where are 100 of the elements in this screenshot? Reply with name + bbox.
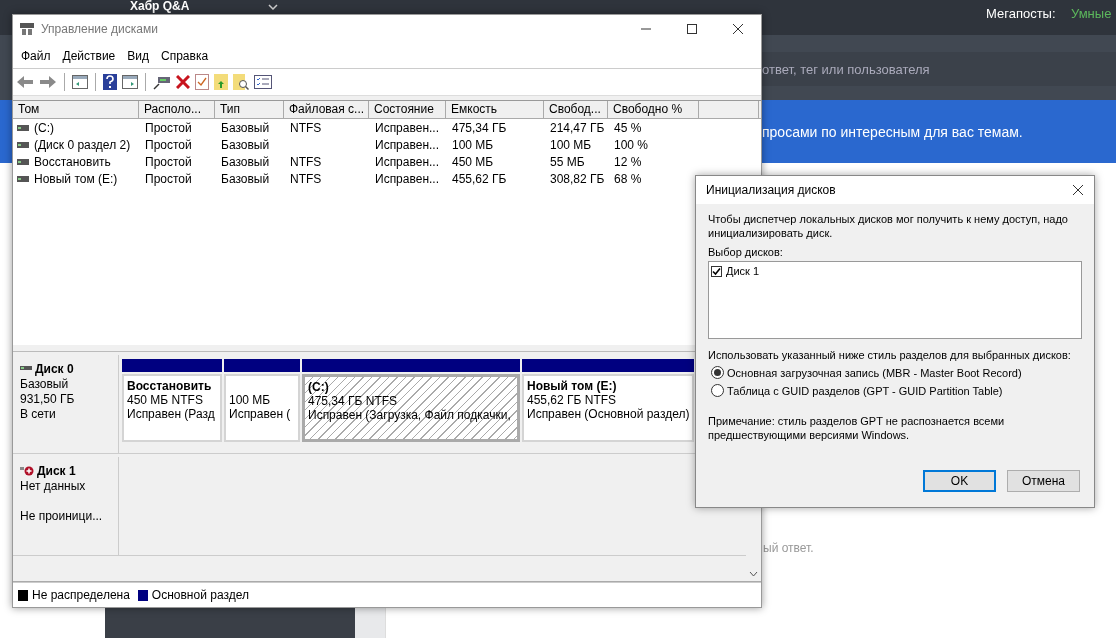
- table-cell: 68 %: [614, 171, 642, 186]
- dialog-note: Примечание: стиль разделов GPT не распознается всеми предшествующими версиями Windows.: [708, 414, 1006, 442]
- delete-icon[interactable]: [176, 75, 190, 89]
- banner-text: просами по интересным для вас темам.: [762, 124, 1023, 140]
- table-cell: 450 МБ: [452, 154, 494, 169]
- partition-block[interactable]: 100 МБ Исправен (: [224, 374, 300, 442]
- column-header[interactable]: Состояние: [369, 101, 446, 118]
- partition-block[interactable]: (C:) 475,34 ГБ NTFS Исправен (Загрузка, Файл подкачки,: [302, 374, 520, 442]
- table-cell: (C:): [34, 120, 54, 135]
- legend-label: Основной раздел: [151, 588, 249, 602]
- close-icon[interactable]: [1072, 184, 1084, 196]
- table-cell: 45 %: [614, 120, 642, 135]
- partition-style-label: Использовать указанный ниже стиль разделов для выбранных дисков:: [708, 349, 1072, 361]
- cancel-button[interactable]: Отмена: [1007, 470, 1080, 492]
- partition-size: 100 МБ: [229, 393, 271, 407]
- chevron-icon[interactable]: [268, 4, 278, 10]
- checklist-icon[interactable]: [254, 75, 272, 89]
- radio-label: Таблица с GUID разделов (GPT - GUID Partition Table): [727, 384, 1003, 397]
- disk-capacity: 931,50 ГБ: [20, 392, 76, 406]
- menu-item[interactable]: Файл: [15, 48, 57, 63]
- column-header[interactable]: Тип: [215, 101, 284, 118]
- partition-status: Исправен (Загрузка, Файл подкачки,: [308, 408, 511, 422]
- dialog-intro: Чтобы диспетчер локальных дисков мог получить к нему доступ, надо инициализировать диск.: [708, 212, 1069, 240]
- table-cell: Исправен...: [375, 137, 439, 152]
- menu-item[interactable]: Вид: [121, 48, 155, 63]
- table-cell: Восстановить: [34, 154, 111, 169]
- menu-item[interactable]: Справка: [155, 48, 215, 63]
- back-icon[interactable]: [16, 75, 34, 89]
- column-header[interactable]: Файловая с...: [284, 101, 369, 118]
- partition-block[interactable]: Новый том (E:) 455,62 ГБ NTFS Исправен (Основной раздел): [522, 374, 694, 442]
- table-cell: Простой: [145, 137, 192, 152]
- disk-type: Базовый: [20, 377, 70, 391]
- partition-status: Исправен (Разд: [127, 407, 215, 421]
- partition-name: Восстановить: [127, 379, 212, 393]
- radio-button[interactable]: [711, 384, 724, 397]
- table-cell: NTFS: [290, 171, 322, 186]
- disk-error-icon: [20, 465, 34, 477]
- table-cell: (Диск 0 раздел 2): [34, 137, 131, 152]
- legend-label: Не распределена: [32, 588, 130, 602]
- column-header[interactable]: Емкость: [446, 101, 544, 118]
- column-header[interactable]: Свобод...: [544, 101, 608, 118]
- column-header[interactable]: Том: [13, 101, 139, 118]
- forward-icon[interactable]: [39, 75, 57, 89]
- partition-size: 475,34 ГБ NTFS: [308, 394, 398, 408]
- help-icon[interactable]: [103, 74, 117, 90]
- ok-button[interactable]: OK: [923, 470, 996, 492]
- partition-name: Новый том (E:): [527, 379, 617, 393]
- properties-icon[interactable]: [195, 74, 209, 90]
- partition-name: (C:): [308, 380, 329, 394]
- site-logo[interactable]: Хабр Q&A: [130, 0, 190, 13]
- table-cell: Новый том (E:): [34, 171, 118, 186]
- partition-status: Исправен (: [229, 407, 291, 421]
- volume-icon: [17, 158, 29, 165]
- close-icon[interactable]: [732, 23, 744, 35]
- table-cell: Простой: [145, 171, 192, 186]
- column-header[interactable]: Располо...: [139, 101, 215, 118]
- table-cell: Простой: [145, 120, 192, 135]
- scroll-down-icon[interactable]: [749, 571, 758, 577]
- table-cell: Базовый: [221, 137, 270, 152]
- table-cell: 100 МБ: [550, 137, 592, 152]
- disk-type: Нет данных: [20, 479, 87, 493]
- table-cell: 100 %: [614, 137, 649, 152]
- panel-icon[interactable]: [122, 75, 138, 89]
- maximize-icon[interactable]: [686, 23, 698, 35]
- dialog-title: Инициализация дисков: [706, 183, 836, 197]
- menu-item[interactable]: Действие: [56, 48, 122, 63]
- folder-up-icon[interactable]: [214, 74, 228, 90]
- table-cell: Исправен...: [375, 154, 439, 169]
- table-cell: Простой: [145, 154, 192, 169]
- megaposts-label: Мегапосты:: [986, 6, 1056, 21]
- panel-icon[interactable]: [72, 75, 88, 89]
- disk-connect-icon[interactable]: [153, 74, 171, 90]
- partition-status: Исправен (Основной раздел): [527, 407, 689, 421]
- search-icon[interactable]: [233, 74, 249, 90]
- table-cell: Базовый: [221, 171, 270, 186]
- table-cell: Базовый: [221, 120, 270, 135]
- partition-size: 455,62 ГБ NTFS: [527, 393, 617, 407]
- checkbox-label: Диск 1: [726, 265, 760, 277]
- volume-icon: [17, 124, 29, 131]
- table-cell: 475,34 ГБ: [452, 120, 507, 135]
- window-title: Управление дисками: [41, 22, 158, 36]
- checkbox[interactable]: [711, 265, 722, 277]
- disk-name: Диск 1: [37, 464, 76, 478]
- disk-status: Не проиници...: [20, 509, 104, 523]
- megaposts-link[interactable]: Умные: [1071, 6, 1112, 21]
- radio-label: Основная загрузочная запись (MBR - Master Boot Record): [727, 366, 1022, 379]
- answer-hint: ый ответ.: [763, 541, 814, 555]
- table-cell: Базовый: [221, 154, 270, 169]
- table-cell: NTFS: [290, 120, 322, 135]
- partition-block[interactable]: Восстановить 450 МБ NTFS Исправен (Разд: [122, 374, 222, 442]
- search-field[interactable]: ответ, тег или пользователя: [762, 52, 1116, 86]
- table-cell: Исправен...: [375, 120, 439, 135]
- table-cell: 55 МБ: [550, 154, 585, 169]
- column-header[interactable]: Свободно %: [608, 101, 699, 118]
- table-cell: 214,47 ГБ: [550, 120, 605, 135]
- disk-select-label: Выбор дисков:: [708, 246, 784, 258]
- disk-status: В сети: [20, 407, 57, 421]
- disk-name: Диск 0: [35, 362, 74, 376]
- partition-size: 450 МБ NTFS: [127, 393, 203, 407]
- radio-button[interactable]: [711, 366, 724, 379]
